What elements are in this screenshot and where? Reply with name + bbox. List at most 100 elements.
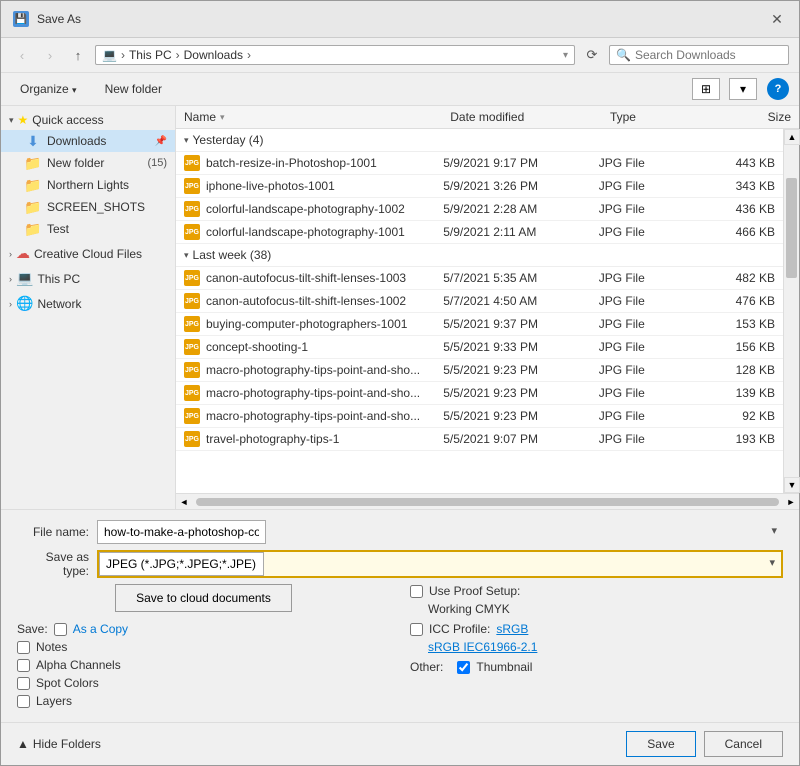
table-row[interactable]: JPG macro-photography-tips-point-and-sho… [176, 405, 783, 428]
breadcrumb-downloads[interactable]: Downloads [184, 48, 243, 62]
icc-profile-link[interactable]: sRGB [496, 622, 528, 636]
hide-folders-button[interactable]: ▲ Hide Folders [17, 737, 101, 751]
scroll-track[interactable] [784, 145, 799, 477]
col-header-date[interactable]: Date modified [450, 110, 610, 124]
file-size: 153 KB [702, 317, 775, 331]
file-panel-inner: ▾Yesterday (4) JPG batch-resize-in-Photo… [176, 129, 799, 493]
file-type: JPG File [599, 179, 703, 193]
close-button[interactable]: ✕ [767, 9, 787, 29]
table-row[interactable]: JPG buying-computer-photographers-1001 5… [176, 313, 783, 336]
sidebar-new-folder-label: New folder [47, 156, 141, 170]
table-row[interactable]: JPG colorful-landscape-photography-1001 … [176, 221, 783, 244]
new-folder-icon: 📁 [25, 155, 41, 171]
jpg-icon: JPG [184, 293, 200, 309]
as-copy-checkbox[interactable] [54, 623, 67, 636]
scroll-thumb[interactable] [786, 178, 797, 278]
table-row[interactable]: JPG macro-photography-tips-point-and-sho… [176, 359, 783, 382]
file-date: 5/9/2021 2:11 AM [443, 225, 599, 239]
table-row[interactable]: JPG canon-autofocus-tilt-shift-lenses-10… [176, 290, 783, 313]
table-row[interactable]: JPG canon-autofocus-tilt-shift-lenses-10… [176, 267, 783, 290]
organize-button[interactable]: Organize ▾ [11, 78, 86, 100]
thumbnail-checkbox[interactable] [457, 661, 470, 674]
filename-input[interactable] [97, 520, 266, 544]
table-row[interactable]: JPG batch-resize-in-Photoshop-1001 5/9/2… [176, 152, 783, 175]
view-dropdown-button[interactable]: ▾ [729, 78, 757, 100]
network-group: › 🌐 Network [1, 292, 175, 315]
file-size: 436 KB [702, 202, 775, 216]
jpg-icon: JPG [184, 316, 200, 332]
save-label: Save: [17, 622, 48, 636]
icc-profile-value[interactable]: sRGB IEC61966-2.1 [428, 640, 537, 654]
table-row[interactable]: JPG colorful-landscape-photography-1002 … [176, 198, 783, 221]
quick-access-header[interactable]: ▾ ★ Quick access [1, 110, 175, 130]
search-icon: 🔍 [616, 48, 631, 62]
scroll-up-button[interactable]: ▲ [784, 129, 800, 145]
file-type: JPG File [599, 202, 703, 216]
alpha-channels-checkbox[interactable] [17, 659, 30, 672]
options-row: Save to cloud documents Save: As a Copy … [17, 584, 783, 712]
save-as-dialog: 💾 Save As ✕ ‹ › ↑ 💻 › This PC › Download… [0, 0, 800, 766]
refresh-button[interactable]: ⟳ [581, 44, 603, 66]
hide-folders-label: Hide Folders [33, 737, 101, 751]
sidebar-item-test[interactable]: 📁 Test [1, 218, 175, 240]
col-header-type[interactable]: Type [610, 110, 716, 124]
as-copy-label: As a Copy [73, 622, 128, 636]
back-button[interactable]: ‹ [11, 44, 33, 66]
col-header-name[interactable]: Name ▾ [184, 110, 450, 124]
col-header-size[interactable]: Size [716, 110, 791, 124]
group-header-0[interactable]: ▾Yesterday (4) [176, 129, 783, 152]
group-header-1[interactable]: ▾Last week (38) [176, 244, 783, 267]
save-button[interactable]: Save [626, 731, 695, 757]
layers-checkbox[interactable] [17, 695, 30, 708]
alpha-channels-row: Alpha Channels [17, 658, 390, 672]
view-toggle-button[interactable]: ⊞ [692, 78, 720, 100]
cancel-button[interactable]: Cancel [704, 731, 783, 757]
scroll-down-button[interactable]: ▼ [784, 477, 800, 493]
pc-chevron-icon: › [9, 274, 12, 284]
breadcrumb-this-pc[interactable]: This PC [129, 48, 172, 62]
vertical-scrollbar[interactable]: ▲ ▼ [783, 129, 799, 493]
save-type-select[interactable]: JPEG (*.JPG;*.JPEG;*.JPE) [99, 552, 264, 576]
main-content: ▾ ★ Quick access ⬇ Downloads 📌 📁 New fol… [1, 106, 799, 509]
help-button[interactable]: ? [767, 78, 789, 100]
new-folder-button[interactable]: New folder [96, 78, 171, 100]
hscroll-left-button[interactable]: ◄ [176, 494, 192, 510]
file-size: 443 KB [702, 156, 775, 170]
hscroll-thumb[interactable] [196, 498, 779, 506]
network-group-header[interactable]: › 🌐 Network [1, 292, 175, 315]
chevron-up-icon: ▲ [17, 737, 29, 751]
icc-profile-checkbox[interactable] [410, 623, 423, 636]
spot-colors-row: Spot Colors [17, 676, 390, 690]
save-cloud-button[interactable]: Save to cloud documents [115, 584, 292, 612]
file-type: JPG File [599, 156, 703, 170]
jpg-icon: JPG [184, 339, 200, 355]
cloud-group-header[interactable]: › ☁ Creative Cloud Files [1, 242, 175, 265]
table-row[interactable]: JPG iphone-live-photos-1001 5/9/2021 3:2… [176, 175, 783, 198]
file-name: buying-computer-photographers-1001 [206, 317, 407, 331]
cloud-chevron-icon: › [9, 249, 12, 259]
table-row[interactable]: JPG travel-photography-tips-1 5/5/2021 9… [176, 428, 783, 451]
pc-group-header[interactable]: › 💻 This PC [1, 267, 175, 290]
file-name: canon-autofocus-tilt-shift-lenses-1002 [206, 294, 406, 308]
filename-wrapper [97, 520, 783, 544]
table-row[interactable]: JPG concept-shooting-1 5/5/2021 9:33 PM … [176, 336, 783, 359]
forward-button[interactable]: › [39, 44, 61, 66]
sidebar-item-downloads[interactable]: ⬇ Downloads 📌 [1, 130, 175, 152]
hscroll-right-button[interactable]: ► [783, 494, 799, 510]
horizontal-scrollbar[interactable]: ◄ ► [176, 493, 799, 509]
sidebar-item-screen-shots[interactable]: 📁 SCREEN_SHOTS [1, 196, 175, 218]
breadcrumb-bar[interactable]: 💻 › This PC › Downloads › ▾ [95, 45, 575, 65]
northern-lights-icon: 📁 [25, 177, 41, 193]
jpg-icon: JPG [184, 224, 200, 240]
spot-colors-checkbox[interactable] [17, 677, 30, 690]
sidebar-item-new-folder[interactable]: 📁 New folder (15) [1, 152, 175, 174]
sidebar-item-northern-lights[interactable]: 📁 Northern Lights [1, 174, 175, 196]
use-proof-setup-checkbox[interactable] [410, 585, 423, 598]
search-input[interactable] [635, 48, 790, 62]
options-right: Use Proof Setup: Working CMYK ICC Profil… [410, 584, 783, 712]
table-row[interactable]: JPG macro-photography-tips-point-and-sho… [176, 382, 783, 405]
icc-profile-prefix-label: ICC Profile: [429, 622, 490, 636]
notes-checkbox[interactable] [17, 641, 30, 654]
up-button[interactable]: ↑ [67, 44, 89, 66]
file-size: 156 KB [702, 340, 775, 354]
